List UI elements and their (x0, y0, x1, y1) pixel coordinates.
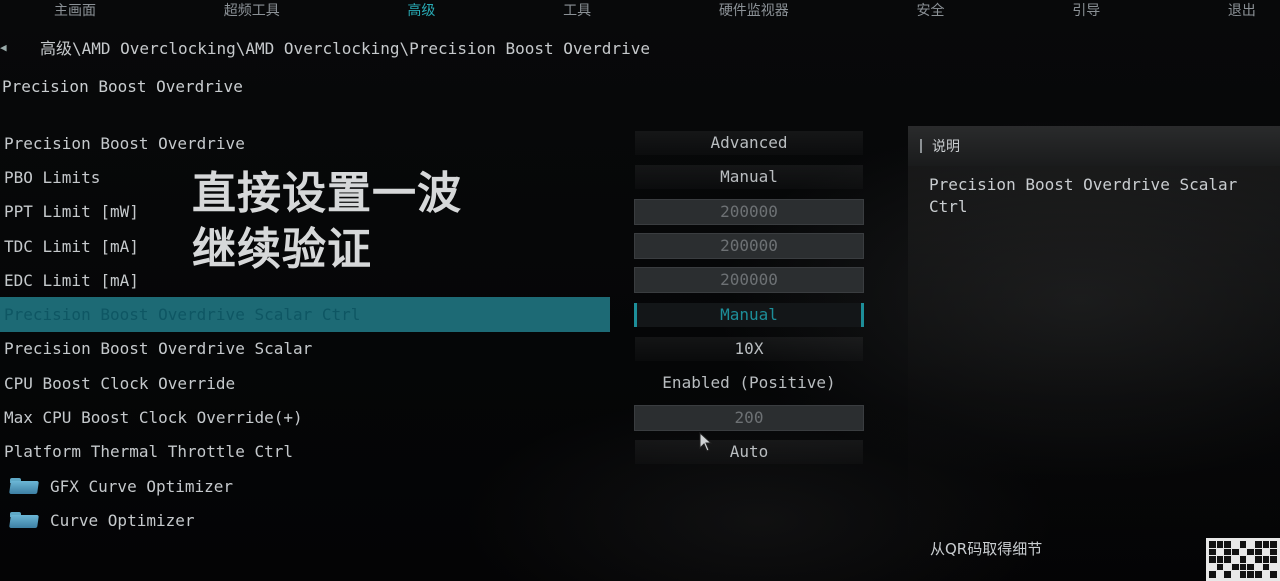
caption-line-2: 继续验证 (192, 224, 372, 275)
tab-main[interactable]: 主画面 (54, 0, 96, 20)
folder-row-curve-optimizer[interactable]: Curve Optimizer (0, 503, 610, 537)
folder-icon (10, 478, 38, 494)
value-text: Auto (635, 439, 863, 464)
setting-label: Precision Boost Overdrive (4, 133, 245, 153)
value-text: Manual (634, 302, 864, 327)
tab-tool[interactable]: 工具 (563, 0, 591, 20)
value-text: 200000 (634, 267, 864, 294)
setting-label: CPU Boost Clock Override (4, 373, 236, 393)
value-max-cpu-boost-clock[interactable]: 200 (634, 400, 864, 434)
value-ppt-limit[interactable]: 200000 (634, 195, 864, 229)
value-text: Enabled (Positive) (662, 373, 836, 393)
video-caption-overlay: 直接设置一波 继续验证 (192, 166, 462, 278)
tab-security[interactable]: 安全 (917, 0, 945, 20)
folder-label: GFX Curve Optimizer (50, 476, 234, 496)
folder-label: Curve Optimizer (50, 510, 195, 530)
value-tdc-limit[interactable]: 200000 (634, 229, 864, 263)
setting-label: Precision Boost Overdrive Scalar (4, 339, 313, 359)
help-panel-title: 说明 (932, 139, 960, 155)
qr-code-icon[interactable] (1206, 538, 1280, 581)
setting-label: Precision Boost Overdrive Scalar Ctrl (4, 305, 361, 325)
setting-row-pbo-scalar[interactable]: Precision Boost Overdrive Scalar (0, 332, 610, 366)
tab-oc-tweaker[interactable]: 超频工具 (224, 0, 280, 20)
value-text: Advanced (635, 131, 863, 156)
value-text: 200000 (634, 233, 864, 260)
breadcrumb: ◀ 高级\AMD Overclocking\AMD Overclocking\P… (0, 36, 650, 58)
value-pbo-limits[interactable]: Manual (634, 160, 864, 194)
tab-exit[interactable]: 退出 (1228, 0, 1256, 20)
setting-row-platform-thermal-throttle[interactable]: Platform Thermal Throttle Ctrl (0, 435, 610, 469)
value-text: Manual (635, 165, 863, 190)
breadcrumb-path: 高级\AMD Overclocking\AMD Overclocking\Pre… (40, 39, 650, 58)
setting-label: EDC Limit [mA] (4, 270, 139, 290)
back-arrow-icon[interactable]: ◀ (0, 38, 14, 56)
setting-row-cpu-boost-clock-override[interactable]: CPU Boost Clock Override (0, 366, 610, 400)
setting-label: Max CPU Boost Clock Override(+) (4, 408, 303, 428)
tab-advanced[interactable]: 高级 (407, 0, 435, 20)
value-pbo-scalar-ctrl[interactable]: Manual (634, 297, 864, 331)
value-cpu-boost-clock-override[interactable]: Enabled (Positive) (634, 366, 864, 400)
page-title: Precision Boost Overdrive (2, 77, 243, 96)
header-bar-icon (920, 139, 922, 153)
setting-label: Platform Thermal Throttle Ctrl (4, 442, 293, 462)
folder-icon (10, 512, 38, 528)
setting-label: PPT Limit [mW] (4, 202, 139, 222)
help-panel: 说明 Precision Boost Overdrive Scalar Ctrl (908, 126, 1280, 581)
setting-label: PBO Limits (4, 167, 101, 187)
help-panel-text: Precision Boost Overdrive Scalar Ctrl (929, 175, 1247, 216)
setting-row-max-cpu-boost-clock[interactable]: Max CPU Boost Clock Override(+) (0, 400, 610, 434)
setting-row-pbo[interactable]: Precision Boost Overdrive (0, 126, 610, 160)
value-pbo-scalar[interactable]: 10X (634, 332, 864, 366)
folder-row-gfx-curve-optimizer[interactable]: GFX Curve Optimizer (0, 469, 610, 503)
value-pbo[interactable]: Advanced (634, 126, 864, 160)
value-platform-thermal-throttle[interactable]: Auto (634, 435, 864, 469)
value-edc-limit[interactable]: 200000 (634, 263, 864, 297)
value-text: 200000 (634, 198, 864, 225)
qr-hint-text: 从QR码取得细节 (930, 540, 1043, 558)
setting-label: TDC Limit [mA] (4, 236, 139, 256)
tab-boot[interactable]: 引导 (1072, 0, 1100, 20)
settings-values: Advanced Manual 200000 200000 200000 Man… (634, 126, 864, 469)
value-text: 200 (634, 404, 864, 431)
setting-row-pbo-scalar-ctrl[interactable]: Precision Boost Overdrive Scalar Ctrl (0, 297, 610, 332)
tab-hardware-monitor[interactable]: 硬件监视器 (719, 0, 789, 20)
help-panel-header: 说明 (908, 126, 1280, 166)
caption-line-1: 直接设置一波 (192, 168, 462, 219)
top-menu-bar: 主画面 超频工具 高级 工具 硬件监视器 安全 引导 退出 (0, 0, 1280, 20)
value-text: 10X (635, 336, 863, 361)
